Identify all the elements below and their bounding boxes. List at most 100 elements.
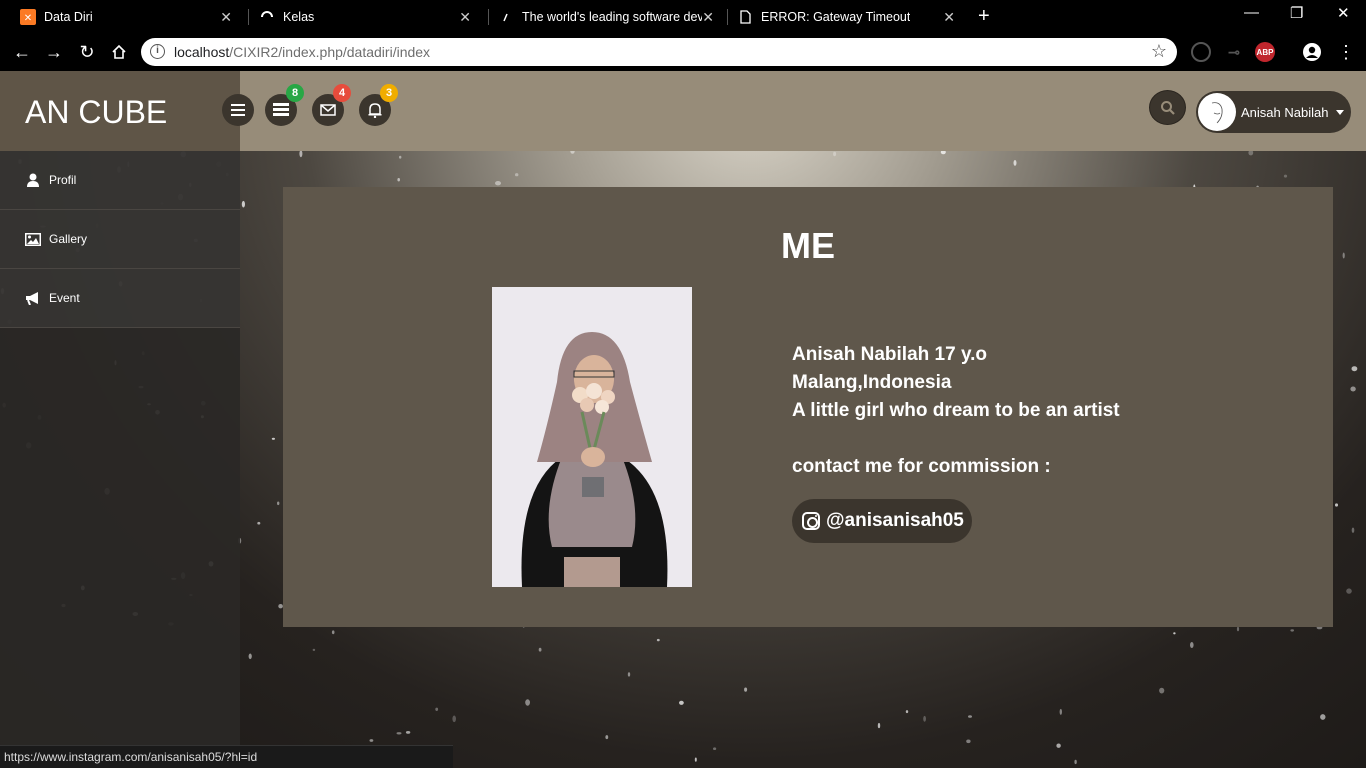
bookmark-star-icon[interactable]: ☆: [1151, 41, 1167, 62]
reload-icon[interactable]: ↻: [75, 40, 99, 64]
instagram-icon: [802, 512, 820, 530]
brand-logo-text[interactable]: AN CUBE: [25, 94, 167, 131]
sidebar-item-profil[interactable]: Profil: [0, 151, 240, 210]
raindrop: [923, 715, 926, 722]
profile-icon[interactable]: [1302, 42, 1322, 62]
raindrop: [312, 648, 316, 652]
raindrop: [744, 687, 748, 692]
tasks-button[interactable]: 8: [265, 84, 304, 126]
brand-area: AN CUBE: [0, 71, 240, 151]
close-icon[interactable]: ✕: [943, 9, 955, 26]
sidebar-item-gallery[interactable]: Gallery: [0, 210, 240, 269]
abp-label: ABP: [1256, 47, 1274, 57]
tab-title: Data Diri: [44, 10, 93, 24]
raindrop: [1351, 527, 1355, 533]
close-icon[interactable]: ✕: [459, 9, 471, 26]
home-icon[interactable]: [107, 40, 131, 64]
raindrop: [525, 699, 530, 706]
raindrop: [656, 638, 660, 642]
loading-spinner-icon: [259, 9, 275, 25]
notifications-button[interactable]: 3: [359, 84, 398, 126]
menu-toggle-button[interactable]: [222, 94, 254, 126]
menu-kebab-icon[interactable]: ⋮: [1334, 40, 1358, 64]
search-button[interactable]: [1149, 90, 1186, 125]
raindrop: [538, 647, 542, 652]
sidebar-item-label: Event: [49, 291, 80, 305]
close-icon[interactable]: ✕: [220, 9, 232, 26]
raindrop: [1346, 588, 1352, 594]
svg-text:✕: ✕: [24, 13, 32, 24]
raindrop: [1190, 642, 1194, 648]
image-icon: [25, 232, 41, 246]
raindrop: [1013, 160, 1017, 166]
tab-separator: [727, 9, 728, 25]
browser-tab-bar: ✕ Data Diri ✕ Kelas ✕ The world's leadin…: [0, 0, 1366, 34]
raindrop: [905, 710, 909, 714]
raindrop: [271, 437, 275, 440]
raindrop: [1236, 626, 1240, 632]
notifications-badge: 3: [380, 84, 398, 102]
site-info-icon[interactable]: i: [150, 44, 165, 59]
raindrop: [248, 653, 252, 660]
info-name-age: Anisah Nabilah 17 y.o: [792, 344, 987, 365]
person-illustration: [492, 287, 692, 587]
profile-info: Anisah Nabilah 17 y.o Malang,Indonesia A…: [792, 341, 1120, 481]
document-icon: [737, 9, 753, 25]
raindrop: [1342, 252, 1345, 259]
raindrop: [452, 715, 457, 723]
sidebar-item-event[interactable]: Event: [0, 269, 240, 328]
extension-icon[interactable]: ⊸: [1224, 42, 1244, 62]
raindrop: [435, 707, 439, 711]
browser-toolbar: ← → ↻ i localhost/CIXIR2/index.php/datad…: [0, 34, 1366, 71]
minimize-icon[interactable]: —: [1244, 4, 1259, 21]
top-navbar: AN CUBE 8 4 3 Anisah Nabilah: [0, 71, 1366, 151]
forward-icon[interactable]: →: [42, 40, 66, 64]
page-title: ME: [781, 225, 835, 266]
site-icon: [498, 9, 514, 25]
raindrop: [397, 178, 401, 182]
xampp-icon: ✕: [20, 9, 36, 25]
tab-gateway-timeout[interactable]: ERROR: Gateway Timeout ✕: [737, 0, 965, 34]
info-contact-label: contact me for commission :: [792, 456, 1051, 477]
raindrop: [627, 672, 631, 677]
instagram-link-button[interactable]: @anisanisah05: [792, 499, 972, 543]
raindrop: [277, 501, 280, 506]
new-tab-button[interactable]: +: [978, 5, 990, 28]
close-icon[interactable]: ✕: [702, 9, 714, 26]
tab-separator: [488, 9, 489, 25]
user-icon: [25, 173, 41, 187]
tab-kelas[interactable]: Kelas ✕: [259, 0, 481, 34]
bell-icon: [368, 103, 382, 118]
extension-icon[interactable]: [1191, 42, 1211, 62]
close-window-icon[interactable]: ✕: [1337, 4, 1350, 22]
raindrop: [1335, 503, 1338, 507]
tab-title: The world's leading software dev: [522, 10, 702, 24]
raindrop: [369, 739, 374, 742]
caret-down-icon: [1336, 110, 1344, 115]
hamburger-icon: [231, 104, 245, 116]
search-icon: [1160, 100, 1175, 115]
raindrop: [877, 723, 881, 729]
profile-card: ME Anisah Nabilah 17 y.o Malang,Indonesi…: [283, 187, 1333, 627]
raindrop: [1290, 629, 1294, 632]
abp-icon[interactable]: ABP: [1255, 42, 1275, 62]
back-icon[interactable]: ←: [10, 40, 34, 64]
raindrop: [331, 630, 335, 635]
address-bar[interactable]: i localhost/CIXIR2/index.php/datadiri/in…: [141, 38, 1177, 66]
tab-software[interactable]: The world's leading software dev ✕: [498, 0, 724, 34]
tasks-icon: [273, 103, 289, 116]
url-path: /CIXIR2/index.php/datadiri/index: [229, 44, 431, 60]
tab-title: Kelas: [283, 10, 315, 24]
raindrop: [1059, 708, 1063, 715]
messages-button[interactable]: 4: [312, 84, 351, 126]
raindrop: [396, 732, 402, 735]
raindrop: [605, 735, 609, 740]
raindrop: [399, 155, 402, 159]
sidebar: Profil Gallery Event: [0, 151, 240, 768]
raindrop: [1350, 386, 1356, 392]
restore-icon[interactable]: ❐: [1290, 4, 1303, 22]
tab-data-diri[interactable]: ✕ Data Diri ✕: [20, 0, 242, 34]
user-menu-dropdown[interactable]: Anisah Nabilah: [1196, 91, 1351, 133]
raindrop: [495, 181, 501, 186]
instagram-handle: @anisanisah05: [826, 510, 964, 531]
